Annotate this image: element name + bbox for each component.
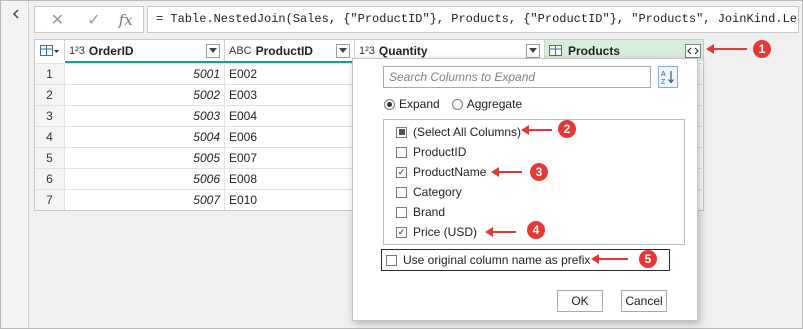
number-type-icon[interactable]: 1²3 <box>69 45 85 57</box>
svg-text:Z: Z <box>661 79 666 85</box>
item-label: ProductID <box>413 145 467 159</box>
row-number[interactable]: 7 <box>35 190 65 210</box>
orderid-cell[interactable]: 5001 <box>65 64 225 84</box>
checkbox[interactable] <box>396 206 407 218</box>
expand-radio-label[interactable]: Expand <box>399 97 440 111</box>
orderid-cell[interactable]: 5007 <box>65 190 225 210</box>
aggregate-radio[interactable] <box>451 98 463 110</box>
text-type-icon[interactable]: ABC <box>229 45 252 57</box>
item-label: Brand <box>413 205 446 219</box>
annotation-arrow <box>591 254 628 264</box>
productid-cell[interactable]: E004 <box>225 106 355 126</box>
queries-pane-collapsed <box>1 1 29 328</box>
chevron-left-icon[interactable] <box>9 7 23 21</box>
callout-badge: 5 <box>639 250 657 268</box>
checkbox[interactable] <box>396 126 407 138</box>
column-name: ProductID <box>255 43 313 58</box>
callout-badge: 3 <box>530 163 548 181</box>
formula-bar-controls: ✕ ✓ fx <box>34 6 144 33</box>
callout-badge: 2 <box>558 120 576 138</box>
expand-radio[interactable] <box>384 98 395 110</box>
sort-az-icon: A Z <box>661 71 674 85</box>
formula-input[interactable]: = Table.NestedJoin(Sales, {"ProductID"},… <box>147 6 799 33</box>
x-icon[interactable]: ✕ <box>45 10 69 30</box>
checkbox[interactable]: ✓ <box>396 166 407 178</box>
productid-cell[interactable]: E003 <box>225 85 355 105</box>
svg-text:A: A <box>661 71 666 78</box>
orderid-cell[interactable]: 5006 <box>65 169 225 189</box>
aggregate-radio-label[interactable]: Aggregate <box>467 97 522 111</box>
number-type-icon[interactable]: 1²3 <box>359 45 375 57</box>
row-number[interactable]: 1 <box>35 64 65 84</box>
list-item-select-all[interactable]: (Select All Columns) <box>396 123 521 141</box>
annotation-arrow <box>491 167 522 177</box>
table-icon <box>39 44 59 56</box>
column-name: Quantity <box>378 43 428 58</box>
column-name: Products <box>568 43 621 58</box>
column-name: OrderID <box>88 43 134 58</box>
chevron-down-icon <box>209 48 217 53</box>
table-menu-button[interactable] <box>35 40 65 61</box>
cancel-button[interactable]: Cancel <box>621 290 667 312</box>
orderid-cell[interactable]: 5005 <box>65 148 225 168</box>
search-columns-input[interactable]: Search Columns to Expand <box>383 66 651 88</box>
productid-cell[interactable]: E007 <box>225 148 355 168</box>
productid-cell[interactable]: E002 <box>225 64 355 84</box>
list-item[interactable]: ✓ ProductName <box>396 163 486 181</box>
row-number[interactable]: 5 <box>35 148 65 168</box>
expand-columns-dialog: Search Columns to Expand A Z Expand Aggr… <box>352 58 698 321</box>
annotation-arrow <box>521 125 552 135</box>
annotation-arrow <box>485 227 516 237</box>
prefix-checkbox[interactable] <box>386 254 397 266</box>
column-header-orderid[interactable]: 1²3 OrderID <box>65 40 225 61</box>
productid-cell[interactable]: E010 <box>225 190 355 210</box>
prefix-option[interactable]: Use original column name as prefix <box>381 249 670 271</box>
productid-cell[interactable]: E008 <box>225 169 355 189</box>
checkbox[interactable] <box>396 146 407 158</box>
row-number[interactable]: 2 <box>35 85 65 105</box>
productid-cell[interactable]: E006 <box>225 127 355 147</box>
chevron-down-icon <box>529 48 537 53</box>
list-item[interactable]: ProductID <box>396 143 466 161</box>
orderid-cell[interactable]: 5002 <box>65 85 225 105</box>
item-label: ProductName <box>413 165 487 179</box>
fx-label[interactable]: fx <box>119 11 133 29</box>
annotation-arrow <box>706 44 747 54</box>
filter-dropdown-button[interactable] <box>526 43 540 58</box>
orderid-cell[interactable]: 5003 <box>65 106 225 126</box>
checkbox[interactable] <box>396 186 407 198</box>
prefix-label: Use original column name as prefix <box>403 253 591 267</box>
expand-mode-group: Expand Aggregate <box>384 97 522 111</box>
ok-button[interactable]: OK <box>557 290 603 312</box>
checkbox[interactable]: ✓ <box>396 226 407 238</box>
column-header-productid[interactable]: ABC ProductID <box>225 40 355 61</box>
list-item[interactable]: ✓ Price (USD) <box>396 223 477 241</box>
expand-arrows-icon <box>687 47 699 54</box>
expand-column-button[interactable] <box>685 43 701 58</box>
item-label: Price (USD) <box>413 225 478 239</box>
item-label: Category <box>413 185 462 199</box>
row-number[interactable]: 3 <box>35 106 65 126</box>
callout-badge: 4 <box>527 221 545 239</box>
row-number[interactable]: 4 <box>35 127 65 147</box>
check-icon[interactable]: ✓ <box>82 10 106 30</box>
list-item[interactable]: Category <box>396 183 462 201</box>
filter-dropdown-button[interactable] <box>206 43 220 58</box>
item-label: (Select All Columns) <box>413 125 522 139</box>
sort-button[interactable]: A Z <box>658 66 678 88</box>
callout-badge: 1 <box>753 40 771 58</box>
row-number[interactable]: 6 <box>35 169 65 189</box>
chevron-down-icon <box>339 48 347 53</box>
orderid-cell[interactable]: 5004 <box>65 127 225 147</box>
list-item[interactable]: Brand <box>396 203 445 221</box>
filter-dropdown-button[interactable] <box>336 43 350 58</box>
table-type-icon <box>549 45 562 56</box>
